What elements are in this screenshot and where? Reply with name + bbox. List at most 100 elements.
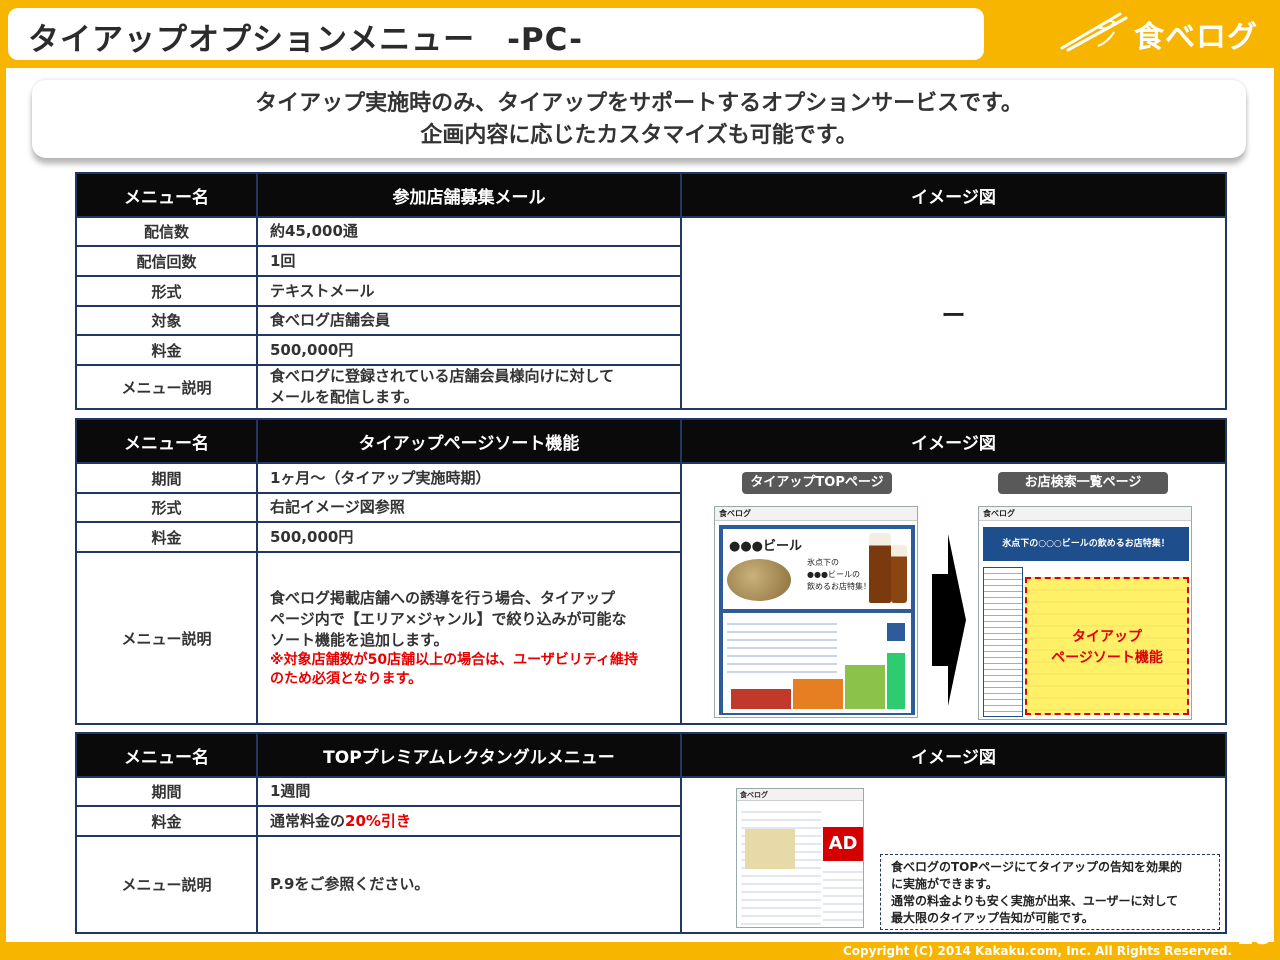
mockup-banner: 氷点下の○○○ビールの飲めるお店特集！ — [983, 527, 1189, 561]
map-block — [887, 653, 905, 709]
desc-line: ソート機能を追加します。 — [270, 630, 449, 649]
discount-text: 20%引き — [345, 811, 411, 830]
row-value: 食べログ店舗会員 — [256, 305, 682, 336]
image-label-top-page: タイアップTOPページ — [742, 472, 892, 494]
logo-text: 食べログ — [1134, 20, 1258, 55]
mockup-caption: 氷点下の ●●●ビールの 飲めるお店特集！ — [807, 557, 871, 593]
row-label: メニュー説明 — [75, 835, 258, 934]
row-label: 料金 — [75, 805, 258, 837]
row-value: 1ヶ月～（タイアップ実施時期） — [256, 462, 682, 494]
row-label: 配信回数 — [75, 245, 258, 277]
desc-line: メールを配信します。 — [270, 388, 419, 406]
japan-map-image — [745, 829, 795, 869]
ad-placement: AD — [823, 827, 863, 861]
desc-box-line: 通常の料金よりも安く実施が出来、ユーザーに対して — [891, 894, 1179, 908]
copyright: Copyright (C) 2014 Kakaku.com, Inc. All … — [842, 944, 1232, 958]
row-label: 期間 — [75, 462, 258, 494]
col-header-image: イメージ図 — [680, 418, 1227, 464]
row-label: 形式 — [75, 492, 258, 523]
row-label: 料金 — [75, 334, 258, 366]
sort-function-highlight: タイアップ ページソート機能 — [1025, 577, 1189, 715]
row-value: 通常料金の20%引き — [256, 805, 682, 837]
mockup-logo: 食べログ — [737, 789, 863, 801]
desc-box-line: に実施ができます。 — [891, 877, 998, 891]
highlight-line: タイアップ — [1072, 629, 1142, 645]
mockup-hero: ●●●ビール 氷点下の ●●●ビールの 飲めるお店特集！ — [723, 529, 911, 609]
row-value: 1週間 — [256, 776, 682, 807]
tieup-top-page-mockup: 食べログ ●●●ビール 氷点下の ●●●ビールの 飲めるお店特集！ — [714, 506, 918, 718]
caption-line: 氷点下の — [807, 558, 839, 567]
intro-line-1: タイアップ実施時のみ、タイアップをサポートするオプションサービスです。 — [255, 91, 1023, 116]
image-cell: ー — [680, 216, 1227, 410]
content-panel: タイアップ実施時のみ、タイアップをサポートするオプションサービスです。 企画内容… — [6, 68, 1274, 942]
mockup-logo: 食べログ — [715, 507, 917, 521]
beer-glass-image — [891, 545, 907, 603]
top-page-mockup: 食べログ AD — [736, 788, 864, 928]
image-cell: タイアップTOPページ お店検索一覧ページ 食べログ ●●●ビール 氷点下の ●… — [680, 462, 1227, 725]
right-arrow-icon — [932, 534, 966, 706]
menu-title: 参加店舗募集メール — [256, 172, 682, 218]
title-bar: タイアップオプションメニュー -PC- — [8, 8, 984, 60]
intro-line-2: 企画内容に応じたカスタマイズも可能です。 — [420, 123, 858, 148]
rectangle-description-box: 食べログのTOPページにてタイアップの告知を効果的 に実施ができます。 通常の料… — [880, 854, 1220, 930]
mockup-sidebar — [983, 567, 1023, 717]
row-label: 形式 — [75, 275, 258, 307]
row-label: 配信数 — [75, 216, 258, 247]
page-number: 28 — [1237, 922, 1271, 950]
row-label: 期間 — [75, 776, 258, 807]
col-header-menu-name: メニュー名 — [75, 418, 258, 464]
area-links — [727, 617, 837, 677]
caption-line: 飲めるお店特集！ — [807, 582, 871, 591]
menu-title: TOPプレミアムレクタングルメニュー — [256, 732, 682, 778]
map-block — [731, 689, 791, 709]
menu-table-sort: メニュー名 タイアップページソート機能 イメージ図 期間 1ヶ月～（タイアップ実… — [75, 418, 1227, 725]
row-value: 500,000円 — [256, 334, 682, 366]
note-line: のため必須となります。 — [270, 670, 423, 687]
row-label: メニュー説明 — [75, 551, 258, 725]
row-label: メニュー説明 — [75, 364, 258, 410]
map-block — [845, 665, 885, 709]
row-label: 料金 — [75, 521, 258, 553]
mockup-side — [823, 865, 863, 925]
row-value: 500,000円 — [256, 521, 682, 553]
intro-banner: タイアップ実施時のみ、タイアップをサポートするオプションサービスです。 企画内容… — [32, 80, 1246, 158]
col-header-image: イメージ図 — [680, 172, 1227, 218]
row-value: 約45,000通 — [256, 216, 682, 247]
col-header-menu-name: メニュー名 — [75, 732, 258, 778]
row-value: 1回 — [256, 245, 682, 277]
search-list-page-mockup: 食べログ 氷点下の○○○ビールの飲めるお店特集！ タイアップ ページソート機能 — [978, 506, 1192, 720]
image-cell: 食べログ AD 食べログのTOPページにてタイアップの告知を効果的 に実施ができ… — [680, 776, 1227, 934]
page-title: タイアップオプションメニュー -PC- — [28, 22, 583, 58]
chopsticks-icon — [1060, 12, 1128, 52]
desc-box-line: 最大限のタイアップ告知が可能です。 — [891, 911, 1094, 925]
mockup-area-list — [723, 613, 911, 713]
desc-line: ページ内で【エリア×ジャンル】で絞り込みが可能な — [270, 609, 627, 628]
no-image-dash: ー — [941, 301, 966, 330]
note-line: ※対象店舗数が50店舗以上の場合は、ユーザビリティ維持 — [270, 651, 638, 668]
col-header-menu-name: メニュー名 — [75, 172, 258, 218]
row-description: P.9をご参照ください。 — [256, 835, 682, 934]
row-value: テキストメール — [256, 275, 682, 307]
desc-line: 食べログに登録されている店舗会員様向けに対して — [270, 367, 615, 385]
desc-line: 食べログ掲載店舗への誘導を行う場合、タイアップ — [270, 588, 616, 607]
highlight-line: ページソート機能 — [1051, 650, 1163, 666]
menu-table-mail: メニュー名 参加店舗募集メール イメージ図 配信数 約45,000通 ー 配信回… — [75, 172, 1227, 410]
mockup-logo: 食べログ — [979, 507, 1191, 521]
row-label: 対象 — [75, 305, 258, 336]
price-prefix: 通常料金の — [270, 811, 346, 830]
menu-table-rectangle: メニュー名 TOPプレミアムレクタングルメニュー イメージ図 期間 1週間 食べ… — [75, 732, 1227, 934]
map-block — [793, 679, 843, 709]
row-description: 食べログに登録されている店舗会員様向けに対して メールを配信します。 — [256, 364, 682, 410]
beer-glass-image — [869, 533, 891, 603]
food-image — [727, 559, 791, 601]
image-label-search-page: お店検索一覧ページ — [998, 472, 1168, 494]
map-block — [887, 623, 905, 641]
mockup-heading: ●●●ビール — [729, 539, 803, 554]
desc-box-line: 食べログのTOPページにてタイアップの告知を効果的 — [891, 860, 1182, 874]
menu-title: タイアップページソート機能 — [256, 418, 682, 464]
tabelog-logo: 食べログ — [1058, 6, 1270, 58]
col-header-image: イメージ図 — [680, 732, 1227, 778]
row-description: 食べログ掲載店舗への誘導を行う場合、タイアップ ページ内で【エリア×ジャンル】で… — [256, 551, 682, 725]
caption-line: ●●●ビールの — [807, 570, 860, 579]
row-value: 右記イメージ図参照 — [256, 492, 682, 523]
